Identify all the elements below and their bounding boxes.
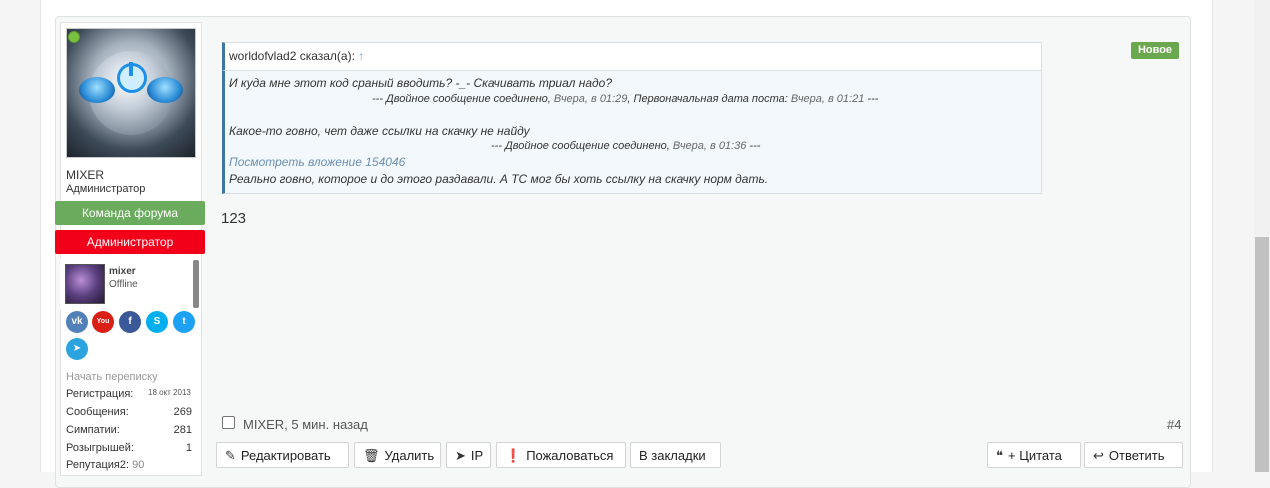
stat-reputation: Репутация2: 90 xyxy=(66,459,144,471)
merge-prefix-2: --- Двойное сообщение соединено, xyxy=(491,140,670,152)
quote-icon: ❝ xyxy=(996,448,1003,463)
quote-author[interactable]: worldofvlad2 сказал(а): ↑ xyxy=(229,49,364,63)
quote-line-1: И куда мне этот код сраный вводить? -_- … xyxy=(229,76,612,90)
stat-value-reputation: 90 xyxy=(132,459,145,471)
quote-button[interactable]: ❝ + Цитата xyxy=(987,442,1081,468)
avatar[interactable] xyxy=(66,28,196,158)
edit-button[interactable]: ✎ Редактировать xyxy=(216,442,349,468)
ip-button[interactable]: ➤ IP xyxy=(446,442,491,468)
bookmark-label: В закладки xyxy=(639,448,706,463)
merge-suffix-2: --- xyxy=(749,140,761,152)
merge-suffix-1: --- xyxy=(867,93,879,105)
skype-icon[interactable]: S xyxy=(146,311,168,333)
quote-label: + Цитата xyxy=(1008,448,1062,463)
post-number[interactable]: #4 xyxy=(1167,417,1181,432)
power-icon xyxy=(117,62,147,93)
quote-author-label: worldofvlad2 сказал(а): xyxy=(229,49,355,63)
youtube-icon[interactable]: You Tube xyxy=(92,311,114,347)
merge-time-1: Вчера, в 01:29 xyxy=(553,93,628,105)
stat-value-registration: 18 окт 2013 xyxy=(148,388,191,397)
jump-to-quote-icon[interactable]: ↑ xyxy=(358,49,364,63)
start-conversation-link[interactable]: Начать переписку xyxy=(66,371,158,383)
location-arrow-icon: ➤ xyxy=(455,448,466,463)
mini-avatar[interactable] xyxy=(65,264,105,304)
admin-badge: Администратор xyxy=(55,230,205,254)
twitter-icon[interactable]: t xyxy=(173,311,195,333)
user-title: Администратор xyxy=(66,183,146,195)
mini-username[interactable]: mixer xyxy=(109,266,136,277)
merge-prefix-1: --- Двойное сообщение соединено, xyxy=(372,93,551,105)
ip-label: IP xyxy=(470,448,484,463)
facebook-icon[interactable]: f xyxy=(119,311,141,333)
avatar-headphone-left xyxy=(79,77,115,103)
stat-value-likes: 281 xyxy=(173,424,192,436)
delete-button[interactable]: 🗑 Удалить xyxy=(354,442,441,468)
reply-icon: ↩ xyxy=(1093,448,1104,463)
post-author-time[interactable]: MIXER, 5 мин. назад xyxy=(243,417,368,432)
report-label: Пожаловаться xyxy=(526,448,614,463)
stat-value-giveaways: 1 xyxy=(185,442,192,454)
delete-label: Удалить xyxy=(384,448,435,463)
reply-label: Ответить xyxy=(1108,448,1165,463)
trash-icon: 🗑 xyxy=(363,448,380,463)
merge-mid-1: , Первоначальная дата поста: xyxy=(627,93,788,105)
attachment-link[interactable]: Посмотреть вложение 154046 xyxy=(229,155,405,169)
bookmark-button[interactable]: В закладки xyxy=(630,442,721,468)
stat-label-giveaways: Розыгрышей: xyxy=(66,442,134,454)
edit-label: Редактировать xyxy=(240,448,331,463)
stat-label-reputation: Репутация2: xyxy=(66,459,130,471)
username[interactable]: MIXER xyxy=(66,168,104,182)
team-badge: Команда форума xyxy=(55,201,205,225)
quote-line-3: Реально говно, которое и до этого раздав… xyxy=(229,172,769,186)
post-body: 123 xyxy=(221,210,247,227)
merge-notice-2: --- Двойное сообщение соединено, Вчера, … xyxy=(491,140,760,152)
scrollbar-thumb[interactable] xyxy=(1255,237,1269,472)
vk-icon[interactable]: vk xyxy=(66,311,88,333)
exclamation-icon: ❗ xyxy=(505,448,522,463)
report-button[interactable]: ❗ Пожаловаться xyxy=(496,442,626,468)
mini-status: Offline xyxy=(109,279,138,290)
mini-card-scroll-handle[interactable] xyxy=(193,260,199,308)
stat-label-registration: Регистрация: xyxy=(66,388,134,400)
select-post-checkbox[interactable] xyxy=(222,416,235,429)
reply-button[interactable]: ↩ Ответить xyxy=(1084,442,1183,468)
stat-label-messages: Сообщения: xyxy=(66,406,129,418)
stat-value-messages: 269 xyxy=(173,406,192,418)
avatar-headphone-right xyxy=(147,77,183,103)
quote-line-2: Какое-то говно, чет даже ссылки на скачк… xyxy=(229,124,530,138)
pencil-icon: ✎ xyxy=(225,448,236,463)
stat-label-likes: Симпатии: xyxy=(66,424,120,436)
merge-notice-1: --- Двойное сообщение соединено, Вчера, … xyxy=(372,93,878,105)
merge-orig-time-1: Вчера, в 01:21 xyxy=(790,93,865,105)
new-badge: Новое xyxy=(1131,42,1179,59)
online-status-icon xyxy=(68,31,80,43)
merge-time-2: Вчера, в 01:36 xyxy=(672,140,747,152)
telegram-icon[interactable]: ➤ xyxy=(66,338,88,360)
